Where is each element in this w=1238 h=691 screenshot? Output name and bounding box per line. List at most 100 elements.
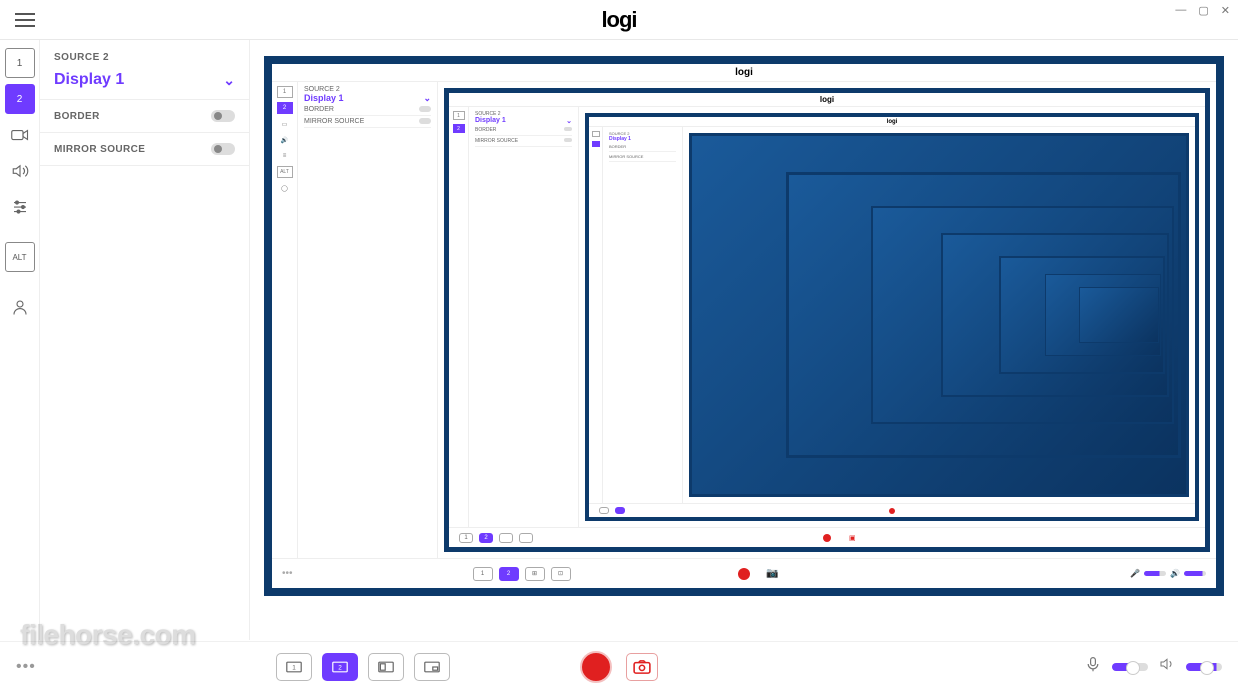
n3-bottom <box>589 503 1195 517</box>
left-rail: 1 2 ALT <box>0 40 40 640</box>
speaker-volume-slider[interactable] <box>1186 663 1222 671</box>
window-controls: — ▢ ✕ <box>1175 4 1230 17</box>
mirror-row: MIRROR SOURCE <box>40 133 249 166</box>
nested-scene-4: ⊡ <box>551 567 571 581</box>
nested-scene-2: 2 <box>499 567 519 581</box>
n3-s1 <box>599 507 609 514</box>
nested-spk-icon: 🔊 <box>1170 569 1180 578</box>
nested-source-title: Display 1 <box>304 93 344 104</box>
border-toggle[interactable] <box>211 110 235 122</box>
bottom-bar: ••• 1 2 <box>0 641 1238 691</box>
n2-r1: 1 <box>453 111 465 120</box>
nested-speaker-icon: 🔊 <box>277 134 293 146</box>
nested-rail: 1 2 ▭ 🔊 ≡ ALT ◯ <box>272 82 298 558</box>
border-label: BORDER <box>54 111 100 122</box>
n2-cam: ▣ <box>849 534 856 542</box>
svg-text:1: 1 <box>292 664 296 671</box>
speaker-icon[interactable] <box>5 156 35 186</box>
audio-controls <box>1084 656 1222 677</box>
n3-b: BORDER <box>609 144 626 149</box>
rail-alt-button[interactable]: ALT <box>5 242 35 272</box>
n3-m: MIRROR SOURCE <box>609 154 643 159</box>
close-button[interactable]: ✕ <box>1221 4 1230 17</box>
n3-r2 <box>592 141 600 147</box>
n2-i1 <box>451 137 467 145</box>
nested-rail-1: 1 <box>277 86 293 98</box>
minimize-button[interactable]: — <box>1175 4 1186 17</box>
app-logo: logi <box>601 7 636 33</box>
nested2-rail: 1 2 <box>449 107 469 527</box>
chevron-down-icon: ⌄ <box>223 72 235 89</box>
camera-icon[interactable] <box>5 120 35 150</box>
snapshot-button[interactable] <box>626 653 658 681</box>
nested-spk-vol <box>1184 571 1206 576</box>
nested-scene-1: 1 <box>473 567 493 581</box>
nested-alt: ALT <box>277 166 293 178</box>
nested-mirror: MIRROR SOURCE <box>304 118 364 125</box>
mic-icon[interactable] <box>1084 656 1102 677</box>
nested-border: BORDER <box>304 106 334 113</box>
rail-source-1[interactable]: 1 <box>5 48 35 78</box>
maximize-button[interactable]: ▢ <box>1198 4 1208 17</box>
nested-scene-3: ⊞ <box>525 567 545 581</box>
n2-r2: 2 <box>453 124 465 133</box>
n2-i3 <box>451 161 467 169</box>
nested-cam-icon: ▭ <box>277 118 293 130</box>
source-title-row[interactable]: Display 1 ⌄ <box>40 67 249 100</box>
scene-2-button[interactable]: 2 <box>322 653 358 681</box>
more-dots-icon[interactable]: ••• <box>16 658 36 676</box>
user-icon[interactable] <box>5 292 35 322</box>
nested-snapshot: 📷 <box>766 568 778 579</box>
sliders-icon[interactable] <box>5 192 35 222</box>
n3-rail <box>589 127 603 503</box>
n2-i2 <box>451 149 467 157</box>
record-button[interactable] <box>580 651 612 683</box>
n3-r1 <box>592 131 600 137</box>
n2-title: Display 1 <box>475 117 506 125</box>
n2-border: BORDER <box>475 127 496 133</box>
nested-panel: SOURCE 2 Display 1⌄ BORDER MIRROR SOURCE <box>298 82 438 558</box>
nested-slider-icon: ≡ <box>277 150 293 162</box>
output-speaker-icon[interactable] <box>1158 656 1176 677</box>
mic-volume-slider[interactable] <box>1112 663 1148 671</box>
main-area: 1 2 ALT SOURCE 2 Display 1 ⌄ BORDER MIRR… <box>0 40 1238 640</box>
mirror-source-toggle[interactable] <box>211 143 235 155</box>
nested-rail-2: 2 <box>277 102 293 114</box>
preview-area: logi 1 2 ▭ 🔊 ≡ ALT ◯ SOURCE 2 Display 1⌄ <box>250 40 1238 640</box>
n3-rec <box>889 508 895 514</box>
mirror-label: MIRROR SOURCE <box>54 144 145 155</box>
nested2-logo: logi <box>449 93 1205 107</box>
display-preview[interactable]: logi 1 2 ▭ 🔊 ≡ ALT ◯ SOURCE 2 Display 1⌄ <box>264 56 1224 596</box>
menu-hamburger-icon[interactable] <box>15 13 35 27</box>
nested-preview: logi 1 2 <box>438 82 1216 558</box>
nested-dots: ••• <box>282 568 293 579</box>
n3-title: Display 1 <box>609 136 631 142</box>
nested-bottombar: ••• 1 2 ⊞ ⊡ 📷 🎤 🔊 <box>272 558 1216 588</box>
n3-prev <box>683 127 1195 503</box>
n2-s3 <box>499 533 513 543</box>
n3-s2 <box>615 507 625 514</box>
scene-4-button[interactable] <box>414 653 450 681</box>
nested-source-label: SOURCE 2 <box>304 86 431 93</box>
nested-user-icon: ◯ <box>277 182 293 194</box>
n3-panel: SOURCE 2 Display 1 BORDER MIRROR SOURCE <box>603 127 683 503</box>
scene-1-button[interactable]: 1 <box>276 653 312 681</box>
source-number-label: SOURCE 2 <box>40 52 249 67</box>
n2-rec <box>823 534 831 542</box>
n3-logo: logi <box>589 117 1195 127</box>
svg-text:2: 2 <box>338 664 342 671</box>
n2-s4 <box>519 533 533 543</box>
nested-mic-vol <box>1144 571 1166 576</box>
nested-window: logi 1 2 ▭ 🔊 ≡ ALT ◯ SOURCE 2 Display 1⌄ <box>272 64 1216 588</box>
scene-selector: 1 2 <box>276 653 450 681</box>
source-title: Display 1 <box>54 71 124 89</box>
nested-record <box>738 568 750 580</box>
scene-3-button[interactable] <box>368 653 404 681</box>
nested-logo: logi <box>272 64 1216 82</box>
nested2-preview: logi SOU <box>579 107 1205 527</box>
rail-source-2[interactable]: 2 <box>5 84 35 114</box>
n2-s1: 1 <box>459 533 473 543</box>
source-panel: SOURCE 2 Display 1 ⌄ BORDER MIRROR SOURC… <box>40 40 250 640</box>
n2-mirror: MIRROR SOURCE <box>475 138 518 144</box>
title-bar: logi — ▢ ✕ <box>0 0 1238 40</box>
